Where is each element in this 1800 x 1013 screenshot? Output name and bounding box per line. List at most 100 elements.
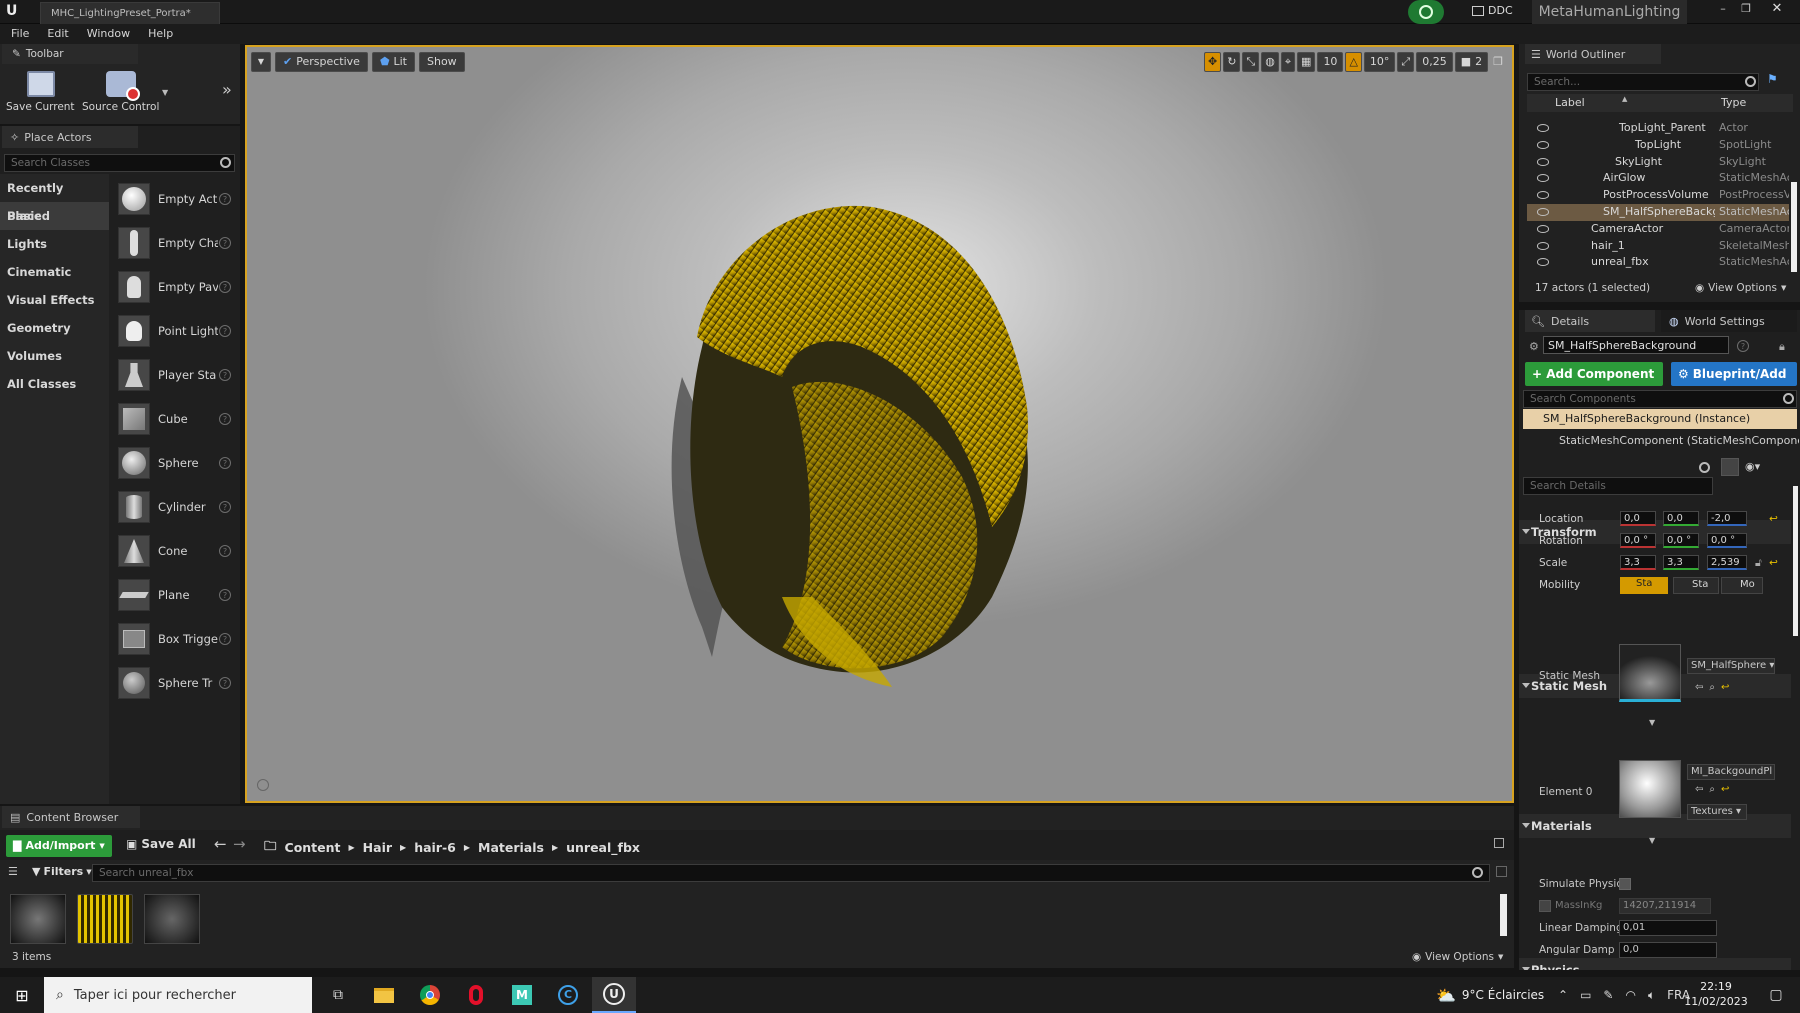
reset-arrow-icon[interactable]: ↩ — [1769, 508, 1778, 530]
breadcrumb-content[interactable]: Content — [285, 840, 341, 855]
history-icon[interactable] — [1496, 866, 1507, 877]
help-icon[interactable]: ? — [219, 281, 231, 293]
category-geometry[interactable]: Geometry — [0, 314, 109, 342]
rotation-x-input[interactable]: 0,0 ° — [1620, 533, 1656, 548]
visibility-eye-icon[interactable] — [1537, 207, 1549, 216]
instance-row[interactable]: SM_HalfSphereBackground (Instance) — [1523, 409, 1797, 429]
scale-mode-icon[interactable]: ⤡ — [1242, 52, 1260, 72]
visibility-eye-icon[interactable] — [1537, 124, 1549, 132]
help-icon[interactable]: ? — [219, 193, 231, 205]
element-0-label[interactable]: Element 0 — [1539, 786, 1593, 798]
search-details-input[interactable]: Search Details — [1523, 477, 1713, 495]
help-icon[interactable]: ? — [219, 413, 231, 425]
physics-section-header[interactable]: Physics — [1519, 958, 1791, 970]
chevron-right-icon[interactable]: ▶ — [400, 843, 406, 852]
actor-plane[interactable]: Plane? — [111, 573, 240, 617]
location-z-input[interactable]: -2,0 — [1707, 511, 1747, 526]
content-browser-tab[interactable]: ▤ Content Browser — [2, 806, 140, 828]
outliner-row-postprocessvolume[interactable]: PostProcessVolume PostProcessV — [1527, 187, 1789, 204]
actor-sphere[interactable]: Sphere? — [111, 441, 240, 485]
back-arrow-icon[interactable]: ← — [214, 835, 227, 853]
asset-browse-icons[interactable]: ⇦⌕↩ — [1695, 682, 1735, 693]
actor-point-light[interactable]: Point Light? — [111, 309, 240, 353]
rotation-y-input[interactable]: 0,0 ° — [1663, 533, 1699, 548]
filters-button[interactable]: ▼ Filters ▼ — [32, 865, 92, 878]
maximize-button[interactable]: ❐ — [1736, 2, 1756, 18]
rotation-z-input[interactable]: 0,0 ° — [1707, 533, 1747, 548]
visibility-eye-icon[interactable] — [1537, 174, 1549, 183]
category-all-classes[interactable]: All Classes — [0, 370, 109, 398]
help-icon[interactable]: ? — [219, 501, 231, 513]
help-icon[interactable]: ? — [219, 633, 231, 645]
type-column-header[interactable]: Type — [1721, 96, 1746, 109]
breadcrumb-hair[interactable]: Hair — [363, 840, 392, 855]
viewport-info-icon[interactable] — [257, 779, 269, 791]
simulate-physics-label[interactable]: Simulate Physic — [1539, 878, 1622, 890]
help-icon[interactable]: ? — [219, 677, 231, 689]
pen-icon[interactable]: ✎ — [1603, 988, 1613, 1002]
actor-sphere-trigger[interactable]: Sphere Tr? — [111, 661, 240, 705]
location-label[interactable]: Location — [1539, 508, 1583, 530]
chevron-right-icon[interactable]: ▶ — [349, 843, 355, 852]
outliner-row-toplight[interactable]: TopLight SpotLight — [1527, 137, 1789, 154]
source-control-button[interactable]: Source Control — [82, 68, 172, 120]
content-scrollbar[interactable] — [1500, 894, 1507, 936]
static-mesh-dropdown[interactable]: SM_HalfSphere ▾ — [1687, 658, 1775, 674]
actor-empty-pawn[interactable]: Empty Pav? — [111, 265, 240, 309]
scale-x-input[interactable]: 3,3 — [1620, 555, 1656, 570]
world-space-icon[interactable]: ◍ — [1261, 52, 1279, 72]
asset-browse-icons[interactable]: ⇦⌕↩ — [1695, 784, 1735, 795]
viewport-options-button[interactable]: ▼ — [251, 52, 271, 72]
scale-lock-icon[interactable]: 🔓︎ — [1755, 552, 1762, 574]
actor-empty-actor[interactable]: Empty Act? — [111, 177, 240, 221]
add-import-button[interactable]: ▇ Add/Import ▼ — [6, 835, 112, 857]
expand-icon[interactable]: ▼ — [1649, 718, 1655, 727]
unreal-taskbar-icon[interactable]: U — [592, 977, 636, 1013]
search-components-input[interactable]: Search Components — [1523, 390, 1797, 408]
asset-thumbnail-gold[interactable] — [77, 894, 133, 944]
outliner-row-toplight-parent[interactable]: TopLight_Parent Actor — [1527, 120, 1789, 137]
scale-snap-icon[interactable]: ⤢ — [1397, 52, 1415, 72]
help-icon[interactable]: ? — [1737, 340, 1749, 352]
menu-window[interactable]: Window — [78, 24, 139, 44]
add-component-button[interactable]: + Add Component — [1525, 362, 1663, 386]
outliner-search-input[interactable]: Search... — [1527, 73, 1759, 91]
object-name-field[interactable]: SM_HalfSphereBackground — [1543, 336, 1729, 354]
material-thumbnail[interactable] — [1619, 760, 1681, 818]
visibility-eye-icon[interactable] — [1537, 140, 1549, 149]
translate-mode-icon[interactable]: ✥ — [1203, 52, 1222, 72]
actor-box-trigger[interactable]: Box Trigge? — [111, 617, 240, 661]
help-icon[interactable]: ? — [219, 369, 231, 381]
ddc-indicator[interactable]: DDC — [1472, 4, 1513, 17]
outliner-row-unreal-fbx[interactable]: unreal_fbx StaticMeshAc — [1527, 254, 1789, 270]
asset-thumbnail-noise[interactable] — [144, 894, 200, 944]
category-visual-effects[interactable]: Visual Effects — [0, 286, 109, 314]
show-button[interactable]: Show — [419, 52, 465, 72]
outliner-view-options[interactable]: ◉ View Options ▼ — [1695, 282, 1786, 294]
place-actors-tab[interactable]: ✧ Place Actors — [2, 126, 138, 148]
actor-player-start[interactable]: Player Sta? — [111, 353, 240, 397]
perspective-button[interactable]: ✔ Perspective — [275, 52, 368, 72]
rotation-label[interactable]: Rotation — [1539, 530, 1583, 552]
grid-snap-icon[interactable]: ▦ — [1297, 52, 1316, 72]
asset-thumbnail-dark[interactable] — [10, 894, 66, 944]
visibility-eye-icon[interactable] — [1537, 191, 1549, 200]
chrome-icon[interactable] — [412, 977, 448, 1013]
actor-empty-character[interactable]: Empty Cha? — [111, 221, 240, 265]
file-explorer-icon[interactable] — [366, 977, 402, 1013]
maximize-viewport-icon[interactable]: ❐ — [1490, 52, 1506, 72]
camera-speed-button[interactable]: ■ 2 — [1454, 52, 1489, 72]
outliner-row-sm-halfspherebackground[interactable]: SM_HalfSphereBackg StaticMeshAc — [1527, 203, 1789, 221]
help-icon[interactable]: ? — [219, 237, 231, 249]
sources-toggle-icon[interactable]: ☰ — [8, 865, 18, 878]
rotation-snap-icon[interactable]: △ — [1345, 52, 1362, 72]
lock-icon[interactable] — [1494, 838, 1504, 848]
reset-arrow-icon[interactable]: ↩ — [1769, 552, 1778, 574]
static-mesh-label[interactable]: Static Mesh — [1539, 670, 1600, 682]
breadcrumb-unreal-fbx[interactable]: unreal_fbx — [566, 840, 640, 855]
actor-cube[interactable]: Cube? — [111, 397, 240, 441]
content-view-options[interactable]: ◉ View Options ▼ — [1412, 951, 1503, 963]
scale-label[interactable]: Scale — [1539, 552, 1567, 574]
mobility-stationary-button[interactable]: Sta — [1673, 577, 1719, 594]
actor-cone[interactable]: Cone? — [111, 529, 240, 573]
